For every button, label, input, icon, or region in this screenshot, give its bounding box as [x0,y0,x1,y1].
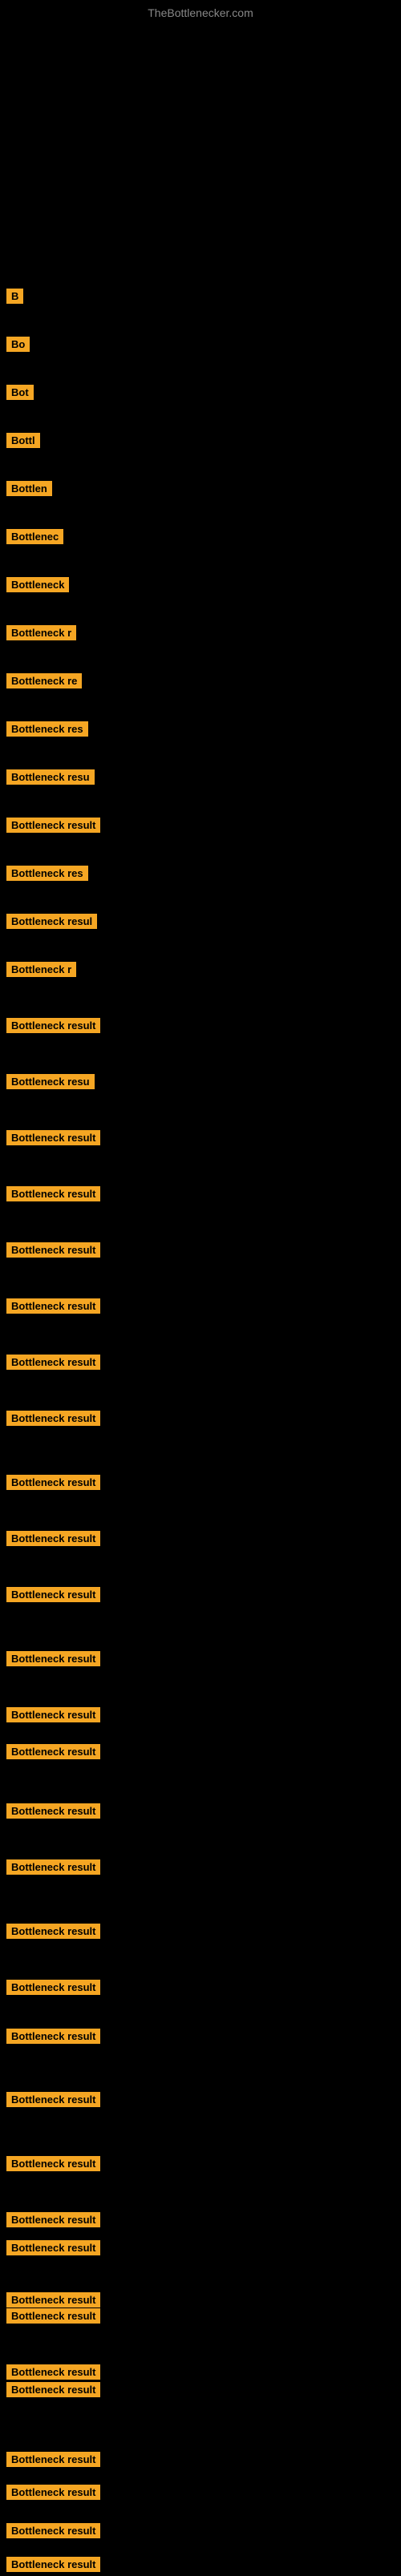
bottleneck-label: Bottleneck res [6,721,88,737]
bottleneck-label: Bottleneck result [6,1298,100,1314]
bottleneck-label: Bottleneck result [6,1242,100,1258]
bottleneck-item: Bottleneck result [6,1587,100,1606]
bottleneck-label: Bottleneck r [6,625,76,640]
bottleneck-item: Bottleneck result [6,818,100,837]
site-title: TheBottlenecker.com [0,0,401,22]
bottleneck-label: Bottleneck resul [6,914,97,929]
bottleneck-label: B [6,289,23,304]
bottleneck-item: Bottleneck result [6,2308,100,2328]
bottleneck-label: Bottl [6,433,40,448]
bottleneck-item: B [6,289,23,308]
bottleneck-label: Bottleneck res [6,866,88,881]
bottleneck-item: Bottleneck result [6,1980,100,1999]
bottleneck-label: Bottleneck result [6,2364,100,2380]
bottleneck-label: Bottleneck resu [6,769,95,785]
bottleneck-item: Bottleneck result [6,1707,100,1726]
bottleneck-label: Bottleneck result [6,2382,100,2397]
bottleneck-label: Bottlen [6,481,52,496]
bottleneck-label: Bottleneck result [6,2292,100,2307]
bottleneck-label: Bottleneck result [6,1475,100,1490]
bottleneck-item: Bottleneck result [6,1018,100,1037]
bottleneck-label: Bottleneck result [6,1707,100,1722]
bottleneck-item: Bottleneck result [6,2029,100,2048]
bottleneck-item: Bottleneck [6,577,69,596]
bottleneck-label: Bottlenec [6,529,63,544]
bottleneck-label: Bo [6,337,30,352]
bottleneck-label: Bottleneck result [6,1531,100,1546]
bottleneck-label: Bottleneck result [6,2308,100,2324]
bottleneck-item: Bottleneck result [6,1744,100,1763]
bottleneck-label: Bottleneck re [6,673,82,688]
bottleneck-label: Bottleneck result [6,1587,100,1602]
bottleneck-item: Bottleneck result [6,1242,100,1262]
bottleneck-label: Bottleneck resu [6,1074,95,1089]
bottleneck-item: Bottleneck result [6,1651,100,1670]
bottleneck-label: Bottleneck r [6,962,76,977]
bottleneck-label: Bottleneck result [6,1651,100,1666]
bottleneck-item: Bottleneck res [6,721,88,741]
bottleneck-label: Bottleneck result [6,1130,100,1145]
bottleneck-item: Bottleneck result [6,2452,100,2471]
bottleneck-item: Bottleneck result [6,1355,100,1374]
bottleneck-item: Bottleneck result [6,2364,100,2384]
bottleneck-item: Bottleneck result [6,2557,100,2576]
bottleneck-label: Bottleneck result [6,1186,100,1201]
bottleneck-item: Bottleneck resu [6,1074,95,1093]
bottleneck-item: Bottleneck result [6,1924,100,1943]
bottleneck-item: Bottleneck result [6,2485,100,2504]
bottleneck-label: Bottleneck result [6,1924,100,1939]
bottleneck-item: Bottleneck result [6,1298,100,1318]
bottleneck-label: Bottleneck result [6,2212,100,2227]
bottleneck-item: Bottleneck result [6,2156,100,2175]
bottleneck-item: Bottleneck result [6,2382,100,2401]
bottleneck-item: Bottleneck result [6,1186,100,1205]
bottleneck-item: Bottleneck result [6,1411,100,1430]
bottleneck-label: Bottleneck result [6,818,100,833]
bottleneck-label: Bottleneck [6,577,69,592]
bottleneck-item: Bottleneck result [6,1803,100,1823]
bottleneck-item: Bottleneck result [6,2212,100,2231]
bottleneck-label: Bottleneck result [6,1803,100,1819]
bottleneck-label: Bottleneck result [6,2485,100,2500]
bottleneck-item: Bottleneck re [6,673,82,692]
bottleneck-label: Bot [6,385,34,400]
bottleneck-item: Bottleneck result [6,1475,100,1494]
bottleneck-item: Bottl [6,433,40,452]
bottleneck-item: Bottleneck r [6,625,76,644]
bottleneck-item: Bottleneck res [6,866,88,885]
bottleneck-item: Bottleneck resul [6,914,97,933]
bottleneck-item: Bo [6,337,30,356]
bottleneck-label: Bottleneck result [6,1980,100,1995]
bottleneck-item: Bot [6,385,34,404]
bottleneck-item: Bottleneck result [6,2240,100,2259]
bottleneck-label: Bottleneck result [6,1355,100,1370]
bottleneck-item: Bottlen [6,481,52,500]
bottleneck-item: Bottleneck result [6,1859,100,1879]
bottleneck-label: Bottleneck result [6,1744,100,1759]
bottleneck-label: Bottleneck result [6,1018,100,1033]
bottleneck-item: Bottleneck result [6,2523,100,2542]
bottleneck-label: Bottleneck result [6,1411,100,1426]
bottleneck-label: Bottleneck result [6,2523,100,2538]
bottleneck-item: Bottleneck result [6,1531,100,1550]
bottleneck-item: Bottleneck r [6,962,76,981]
bottleneck-item: Bottlenec [6,529,63,548]
site-title-container: TheBottlenecker.com [0,0,401,22]
bottleneck-label: Bottleneck result [6,2029,100,2044]
bottleneck-label: Bottleneck result [6,2092,100,2107]
bottleneck-label: Bottleneck result [6,2240,100,2255]
bottleneck-item: Bottleneck result [6,1130,100,1149]
bottleneck-label: Bottleneck result [6,2156,100,2171]
bottleneck-label: Bottleneck result [6,2452,100,2467]
bottleneck-item: Bottleneck result [6,2092,100,2111]
bottleneck-item: Bottleneck resu [6,769,95,789]
bottleneck-label: Bottleneck result [6,1859,100,1875]
